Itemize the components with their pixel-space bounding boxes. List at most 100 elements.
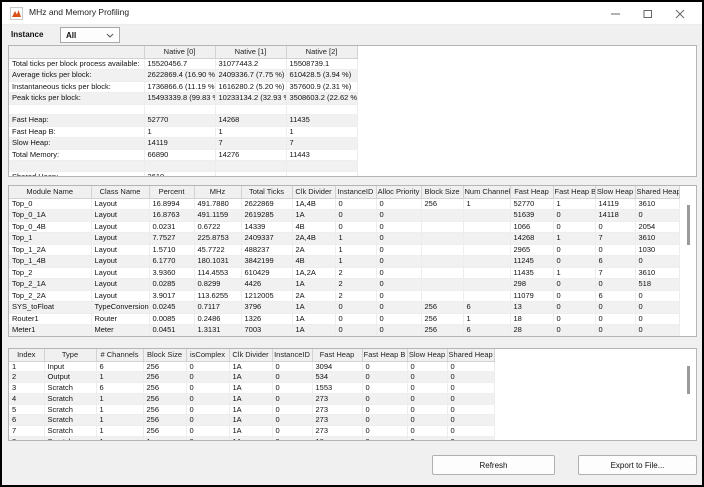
table-cell: 1212005: [241, 290, 292, 302]
table-cell: 0: [335, 221, 376, 233]
table-cell: 14119: [595, 198, 635, 210]
maximize-button[interactable]: [632, 2, 664, 25]
column-header: Num Channels: [463, 186, 510, 198]
table-cell: 298: [510, 279, 553, 291]
table-cell: Top_0_1A: [9, 210, 91, 222]
table-cell: 66890: [144, 149, 215, 161]
table-cell: 7: [215, 138, 286, 150]
table-cell: 3796: [241, 302, 292, 314]
table-row[interactable]: Peak ticks per block:15493339.8 (99.83 %…: [9, 93, 357, 105]
table-cell: 3265: [241, 336, 292, 337]
table-row[interactable]: 3Scratch625601A01553000: [9, 383, 494, 394]
instance-select[interactable]: All: [60, 27, 120, 43]
table-row[interactable]: Top_1_4BLayout6.1770180.103138421994B101…: [9, 256, 679, 268]
table-row[interactable]: Top_2_2ALayout3.9017113.625512120052A201…: [9, 290, 679, 302]
column-header: InstanceID: [272, 349, 312, 361]
table-cell: 0: [362, 361, 407, 372]
table-cell: 0: [447, 383, 494, 394]
column-header: InstanceID: [335, 186, 376, 198]
table-cell: [9, 104, 144, 115]
table-cell: 14118: [595, 210, 635, 222]
vertical-scrollbar[interactable]: [682, 362, 695, 439]
table-row[interactable]: SYS_toFloatTypeConversion0.02450.7117379…: [9, 302, 679, 314]
table-cell: 0: [376, 233, 421, 245]
table-row[interactable]: Top_2_1ALayout0.02850.829944261A20298005…: [9, 279, 679, 291]
table-cell: 0: [447, 437, 494, 441]
table-cell: [463, 221, 510, 233]
close-button[interactable]: [664, 2, 696, 25]
table-cell: 0: [407, 361, 447, 372]
table-cell: 3.9360: [149, 267, 194, 279]
table-row[interactable]: [9, 161, 357, 172]
table-row[interactable]: Average ticks per block:2622869.4 (16.90…: [9, 70, 357, 82]
table-cell: 0: [407, 372, 447, 383]
table-row[interactable]: 5Scratch125601A0273000: [9, 404, 494, 415]
table-row[interactable]: 8Scratch1101A018000: [9, 437, 494, 441]
table-cell: 1: [286, 126, 357, 138]
table-row[interactable]: Shared Heap:3610: [9, 171, 357, 177]
table-cell: 1A: [229, 361, 272, 372]
table-cell: 1: [335, 244, 376, 256]
table-cell: 7: [9, 426, 44, 437]
table-row[interactable]: Router1Router0.00850.248613261A002561180…: [9, 313, 679, 325]
table-cell: Meter: [91, 325, 149, 337]
table-row[interactable]: Fast Heap B:111: [9, 126, 357, 138]
table-row[interactable]: Top_1_2ALayout1.571045.77224882372A10296…: [9, 244, 679, 256]
table-cell: 4B: [292, 221, 335, 233]
table-cell: 0: [186, 415, 229, 426]
export-button[interactable]: Export to File...: [578, 455, 697, 475]
scrollbar-thumb[interactable]: [687, 205, 690, 245]
column-header: Class Name: [91, 186, 149, 198]
table-cell: Top_0_4B: [9, 221, 91, 233]
table-row[interactable]: Top_2Layout3.9360114.45536104291A,2A2011…: [9, 267, 679, 279]
table-row[interactable]: 6Scratch125601A0273000: [9, 415, 494, 426]
table-cell: 0.2486: [194, 313, 241, 325]
table-row[interactable]: Total ticks per block process available:…: [9, 58, 357, 70]
table-row[interactable]: Fast Heap:527701426811435: [9, 115, 357, 127]
table-row[interactable]: Meter1Meter0.04511.313170031A00256628000: [9, 325, 679, 337]
table-row[interactable]: Top_0_4BLayout0.02310.6722143394B0010660…: [9, 221, 679, 233]
table-cell: [421, 267, 463, 279]
chevron-down-icon: [106, 33, 114, 38]
minimize-button[interactable]: [600, 2, 632, 25]
table-row[interactable]: White1WhiteNoise0.02100.612132651A002561…: [9, 336, 679, 337]
table-row[interactable]: Slow Heap:1411977: [9, 138, 357, 150]
column-header: Total Ticks: [241, 186, 292, 198]
table-cell: 18: [510, 313, 553, 325]
table-cell: 0.0451: [149, 325, 194, 337]
table-row[interactable]: 1Input625601A03094000: [9, 361, 494, 372]
table-cell: [286, 161, 357, 172]
table-cell: Layout: [91, 256, 149, 268]
vertical-scrollbar[interactable]: [682, 199, 695, 335]
table-cell: 2: [9, 372, 44, 383]
table-row[interactable]: Instantaneous ticks per block:1736866.6 …: [9, 81, 357, 93]
table-row[interactable]: [9, 104, 357, 115]
table-cell: 357600.9 (2.31 %): [286, 81, 357, 93]
column-header: Native [2]: [286, 46, 357, 58]
scrollbar-thumb[interactable]: [687, 366, 690, 394]
table-cell: Scratch: [44, 426, 96, 437]
table-cell: 1: [463, 336, 510, 337]
table-cell: 0: [272, 404, 312, 415]
table-row[interactable]: Top_0_1ALayout16.8763491.115926192851A00…: [9, 210, 679, 222]
table-cell: 113.6255: [194, 290, 241, 302]
table-cell: 52770: [510, 198, 553, 210]
table-row[interactable]: 4Scratch125601A0273000: [9, 393, 494, 404]
table-cell: Scratch: [44, 383, 96, 394]
column-header: Fast Heap: [312, 349, 362, 361]
table-cell: 0: [635, 256, 679, 268]
column-header: Shared Heap: [447, 349, 494, 361]
table-cell: 1A: [292, 210, 335, 222]
table-cell: 273: [312, 393, 362, 404]
table-cell: 14339: [241, 221, 292, 233]
refresh-button[interactable]: Refresh: [432, 455, 555, 475]
table-cell: 0.6722: [194, 221, 241, 233]
table-row[interactable]: 7Scratch125601A0273000: [9, 426, 494, 437]
table-cell: 1: [96, 372, 143, 383]
table-row[interactable]: Top_0Layout16.8994491.788026228691A,4B00…: [9, 198, 679, 210]
table-row[interactable]: Top_1Layout7.7527225.875324093372A,4B101…: [9, 233, 679, 245]
table-cell: 11435: [510, 267, 553, 279]
table-row[interactable]: Total Memory:668901427611443: [9, 149, 357, 161]
column-header: [9, 46, 144, 58]
table-row[interactable]: 2Output125601A0534000: [9, 372, 494, 383]
